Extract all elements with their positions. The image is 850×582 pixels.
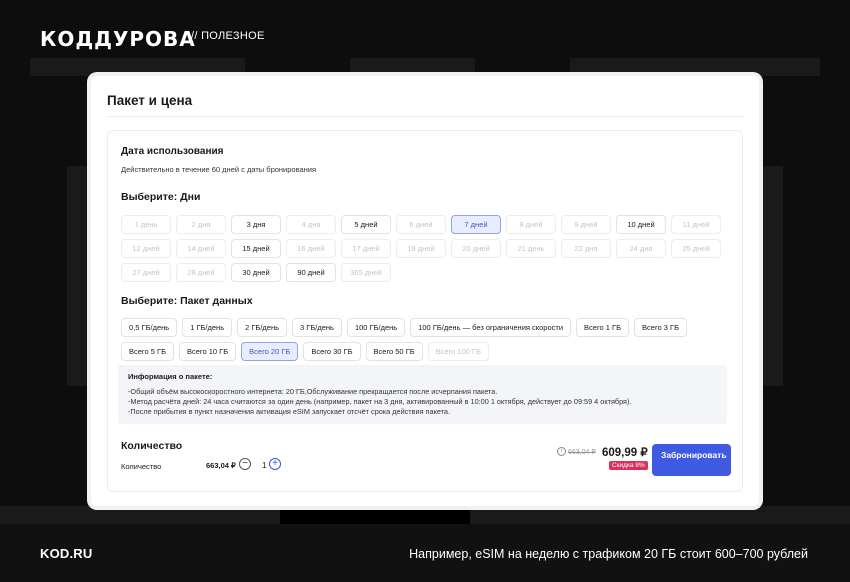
day-option[interactable]: 7 дней	[451, 215, 501, 234]
usage-note: Действительно в течение 60 дней с даты б…	[121, 165, 317, 174]
packages-title: Выберите: Пакет данных	[121, 295, 253, 307]
footer-caption: Например, eSIM на неделю с трафиком 20 Г…	[409, 547, 808, 561]
package-card: Пакет и цена Дата использования Действит…	[91, 76, 759, 506]
day-option: 4 дня	[286, 215, 336, 234]
package-option[interactable]: 2 ГБ/день	[237, 318, 288, 337]
bg-block	[67, 166, 91, 386]
day-option: 27 дней	[121, 263, 171, 282]
package-option[interactable]: Всего 1 ГБ	[576, 318, 630, 337]
day-option: 365 дней	[341, 263, 391, 282]
day-option[interactable]: 5 дней	[341, 215, 391, 234]
package-option[interactable]: Всего 30 ГБ	[303, 342, 361, 361]
site-name[interactable]: KOD.RU	[40, 546, 92, 561]
package-info: Информация о пакете: -Общий объём высоко…	[118, 365, 727, 424]
day-option: 17 дней	[341, 239, 391, 258]
day-option: 28 дней	[176, 263, 226, 282]
package-option[interactable]: 0,5 ГБ/день	[121, 318, 178, 337]
info-line: -После прибытия в пункт назначения актив…	[128, 407, 451, 416]
bg-block	[280, 506, 470, 524]
package-option[interactable]: Всего 10 ГБ	[179, 342, 237, 361]
day-option: 21 день	[506, 239, 556, 258]
info-line: -Общий объём высокоскоростного интернета…	[128, 387, 498, 396]
package-option[interactable]: Всего 50 ГБ	[365, 342, 423, 361]
header: КОДДУРОВА // ПОЛЕЗНОЕ	[0, 0, 850, 58]
day-option: 12 дней	[121, 239, 171, 258]
day-option[interactable]: 10 дней	[616, 215, 666, 234]
final-price: 609,99 ₽	[602, 447, 648, 459]
day-option: 9 дней	[561, 215, 611, 234]
package-option[interactable]: Всего 3 ГБ	[634, 318, 688, 337]
card-title: Пакет и цена	[107, 93, 193, 108]
package-option[interactable]: Всего 5 ГБ	[121, 342, 174, 361]
day-option: 6 дней	[396, 215, 446, 234]
info-icon[interactable]: i	[557, 447, 566, 456]
day-option: 16 дней	[286, 239, 336, 258]
day-option: 8 дней	[506, 215, 556, 234]
day-option: 24 дня	[616, 239, 666, 258]
package-options: 0,5 ГБ/день 1 ГБ/день 2 ГБ/день 3 ГБ/день 10…	[121, 318, 711, 361]
day-option: 14 дней	[176, 239, 226, 258]
bg-block	[30, 58, 245, 76]
package-option[interactable]: 100 ГБ/день — без ограничения скорости	[410, 318, 572, 337]
quantity-label: Количество	[121, 462, 162, 471]
day-option[interactable]: 30 дней	[231, 263, 281, 282]
quantity-value: 1	[262, 461, 267, 470]
day-option: 11 дней	[671, 215, 721, 234]
day-option: 1 день	[121, 215, 171, 234]
package-option[interactable]: 100 ГБ/день	[346, 318, 406, 337]
price-block: i 663,04 ₽ 609,99 ₽ Скидка 8%	[557, 445, 649, 477]
info-title: Информация о пакете:	[128, 372, 213, 381]
old-price: 663,04 ₽	[568, 449, 596, 456]
bg-block	[570, 58, 820, 76]
logo[interactable]: КОДДУРОВА	[40, 27, 196, 51]
info-line: -Метод расчёта дней: 24 часа считаются з…	[128, 397, 632, 406]
days-title: Выберите: Дни	[121, 191, 201, 203]
package-option[interactable]: 3 ГБ/день	[292, 318, 342, 337]
day-option[interactable]: 3 дня	[231, 215, 281, 234]
package-form: Дата использования Действительно в течен…	[107, 130, 743, 492]
day-option: 22 дня	[561, 239, 611, 258]
package-option[interactable]: Всего 20 ГБ	[241, 342, 299, 361]
day-option: 20 дней	[451, 239, 501, 258]
day-option: 2 дня	[176, 215, 226, 234]
unit-price: 663,04 ₽	[206, 461, 236, 470]
day-option: 25 дней	[671, 239, 721, 258]
bg-block	[759, 166, 783, 386]
quantity-title: Количество	[121, 440, 183, 452]
package-option: Всего 100 ГБ	[427, 342, 490, 361]
package-option[interactable]: 1 ГБ/день	[182, 318, 233, 337]
quantity-decrement-button[interactable]: −	[239, 458, 251, 470]
discount-badge: Скидка 8%	[609, 461, 648, 470]
quantity-increment-button[interactable]: +	[269, 458, 281, 470]
header-section-label[interactable]: // ПОЛЕЗНОЕ	[191, 30, 265, 42]
day-option[interactable]: 90 дней	[286, 263, 336, 282]
days-options: 1 день 2 дня 3 дня 4 дня 5 дней 6 дней 7 дней 8…	[121, 215, 731, 282]
usage-title: Дата использования	[121, 146, 224, 157]
day-option[interactable]: 15 дней	[231, 239, 281, 258]
bg-block	[350, 58, 475, 76]
book-button[interactable]: Забронировать	[652, 444, 731, 476]
divider	[107, 116, 743, 117]
day-option: 18 дней	[396, 239, 446, 258]
